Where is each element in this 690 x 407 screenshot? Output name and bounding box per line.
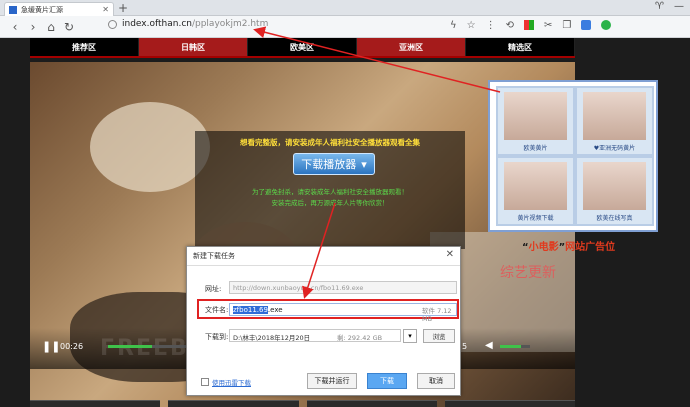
bottom-thumbnail-strip bbox=[30, 400, 575, 407]
thumbnail-slot[interactable] bbox=[444, 400, 575, 407]
ad-caption: 黄片视频下载 bbox=[517, 215, 554, 222]
ad-thumbnail bbox=[583, 162, 646, 210]
browser-tab[interactable]: 急缓黄片汇源 ✕ bbox=[4, 2, 114, 16]
download-player-button[interactable]: 下载播放器 ▾ bbox=[293, 153, 375, 175]
menu-item-asia[interactable]: 亚洲区 bbox=[357, 38, 466, 56]
url-label: 网址: bbox=[205, 285, 222, 293]
ad-popup[interactable]: 欧美黄片 ♥亚洲无码黄片 黄片视频下载 欧美在线写真 bbox=[488, 80, 658, 232]
thumbnail-slot[interactable] bbox=[168, 400, 299, 407]
ad-item[interactable]: ♥亚洲无码黄片 bbox=[577, 88, 652, 154]
ad-caption: 欧美黄片 bbox=[523, 145, 548, 152]
filename-label: 文件名: bbox=[205, 306, 229, 314]
thumbnail-slot[interactable] bbox=[306, 400, 437, 407]
close-tab-icon[interactable]: ✕ bbox=[102, 5, 109, 14]
video-scene bbox=[90, 102, 210, 192]
ad-caption: ♥亚洲无码黄片 bbox=[593, 145, 636, 152]
volume-icon[interactable]: ◀ bbox=[485, 340, 493, 351]
thumbnail-slot[interactable] bbox=[30, 400, 161, 407]
separator-icon: ⋮ bbox=[485, 20, 496, 31]
current-time: 00:26 bbox=[60, 342, 84, 351]
back-icon[interactable]: ‹ bbox=[6, 20, 24, 34]
tab-title: 急缓黄片汇源 bbox=[21, 5, 63, 14]
window-controls: ♈ — bbox=[655, 1, 684, 12]
ad-label-main: 小电影 bbox=[528, 242, 559, 253]
browse-button[interactable]: 浏览 bbox=[423, 329, 455, 343]
ad-item[interactable]: 黄片视频下载 bbox=[498, 158, 573, 224]
file-size: 软件 7.12 MB bbox=[422, 307, 452, 323]
volume-slider[interactable] bbox=[500, 345, 530, 348]
copy-icon[interactable]: ❐ bbox=[562, 20, 571, 31]
checkbox-icon[interactable] bbox=[201, 378, 209, 386]
site-menu: 推荐区 日韩区 欧美区 亚洲区 精选区 bbox=[30, 38, 575, 58]
saveto-dropdown[interactable]: ▾ bbox=[403, 329, 417, 343]
rewind-icon[interactable]: ⟲ bbox=[506, 20, 514, 31]
divider bbox=[187, 265, 460, 266]
stray-text: 综艺更新 bbox=[500, 265, 556, 281]
quote-open: “ bbox=[522, 242, 529, 253]
star-icon[interactable]: ☆ bbox=[467, 20, 476, 31]
download-player-label: 下载播放器 bbox=[301, 158, 357, 171]
disk-free: 剩: 292.42 GB bbox=[337, 334, 383, 342]
reload-icon[interactable]: ↻ bbox=[60, 20, 78, 34]
page-icon bbox=[9, 5, 17, 14]
filename-selected: zfbo11.69 bbox=[233, 306, 268, 314]
dialog-title: 新建下载任务 bbox=[193, 252, 235, 260]
cancel-button[interactable]: 取消 bbox=[417, 373, 455, 389]
browser-nav-bar: ‹ › ⌂ ↻ index.ofthan.cn/pplayokjm2.htm ϟ… bbox=[0, 16, 690, 38]
download-and-run-button[interactable]: 下载并运行 bbox=[307, 373, 357, 389]
apps-icon[interactable] bbox=[523, 20, 534, 30]
cut-icon[interactable]: ✂ bbox=[544, 20, 552, 31]
minimize-icon[interactable]: — bbox=[674, 1, 684, 12]
menu-item-japan-korea[interactable]: 日韩区 bbox=[139, 38, 248, 56]
url-field[interactable]: http://down.xunbaoyun.cn/fbo11.69.exe bbox=[229, 281, 457, 294]
ad-caption: 欧美在线写真 bbox=[596, 215, 633, 222]
ad-annotation-label: “小电影”网站广告位 bbox=[522, 238, 615, 253]
menu-item-recommended[interactable]: 推荐区 bbox=[30, 38, 139, 56]
download-button[interactable]: 下载 bbox=[367, 373, 407, 389]
chevron-down-icon: ▾ bbox=[361, 157, 367, 171]
download-dialog: 新建下载任务 ✕ 网址: http://down.xunbaoyun.cn/fb… bbox=[186, 246, 461, 396]
home-icon[interactable]: ⌂ bbox=[42, 20, 60, 34]
forward-icon[interactable]: › bbox=[24, 20, 42, 34]
address-host: index.ofthan.cn bbox=[122, 19, 192, 29]
browser-tab-bar: 急缓黄片汇源 ✕ + ♈ — bbox=[0, 0, 690, 16]
new-tab-button[interactable]: + bbox=[118, 1, 128, 15]
progress-fill bbox=[108, 345, 152, 348]
address-path: /pplayokjm2.htm bbox=[191, 19, 269, 29]
player-download-overlay: 想看完整版，请安装成年人福利社安全播放器观看全集 下载播放器 ▾ 为了避免封杀，… bbox=[195, 131, 465, 249]
overlay-line-2: 安装完成后，再万源成年人片等你欣赏！ bbox=[271, 199, 389, 207]
ad-item[interactable]: 欧美黄片 bbox=[498, 88, 573, 154]
toolbar-icons: ϟ ☆ ⋮ ⟲ ✂ ❐ bbox=[450, 20, 612, 31]
ad-label-rest: 网站广告位 bbox=[565, 242, 616, 253]
ad-thumbnail bbox=[504, 162, 567, 210]
thunder-link[interactable]: 使用迅雷下载 bbox=[212, 377, 251, 387]
pause-icon[interactable]: ❚❚ bbox=[42, 340, 60, 353]
menu-item-europe-america[interactable]: 欧美区 bbox=[248, 38, 357, 56]
shirt-icon[interactable]: ♈ bbox=[655, 1, 664, 12]
address-bar[interactable]: index.ofthan.cn/pplayokjm2.htm bbox=[108, 19, 268, 29]
use-thunder-checkbox[interactable]: 使用迅雷下载 bbox=[201, 377, 251, 387]
volume-fill bbox=[500, 345, 521, 348]
close-icon[interactable]: ✕ bbox=[446, 249, 454, 260]
overlay-title: 想看完整版，请安装成年人福利社安全播放器观看全集 bbox=[240, 138, 420, 147]
overlay-line-1: 为了避免封杀，请安装成年人福利社安全播放器观看！ bbox=[252, 188, 408, 196]
progress-bar[interactable] bbox=[108, 345, 188, 348]
filename-ext: .exe bbox=[267, 306, 283, 314]
ad-grid: 欧美黄片 ♥亚洲无码黄片 黄片视频下载 欧美在线写真 bbox=[496, 86, 654, 226]
saveto-label: 下载到: bbox=[205, 333, 229, 341]
extension-icon[interactable] bbox=[581, 20, 592, 30]
ad-thumbnail bbox=[583, 92, 646, 140]
site-info-icon[interactable] bbox=[108, 19, 117, 29]
lightning-icon[interactable]: ϟ bbox=[450, 20, 457, 31]
menu-item-featured[interactable]: 精选区 bbox=[466, 38, 575, 56]
profile-icon[interactable] bbox=[601, 20, 612, 30]
duration-fragment: 5 bbox=[462, 342, 468, 351]
ad-thumbnail bbox=[504, 92, 567, 140]
ad-item[interactable]: 欧美在线写真 bbox=[577, 158, 652, 224]
